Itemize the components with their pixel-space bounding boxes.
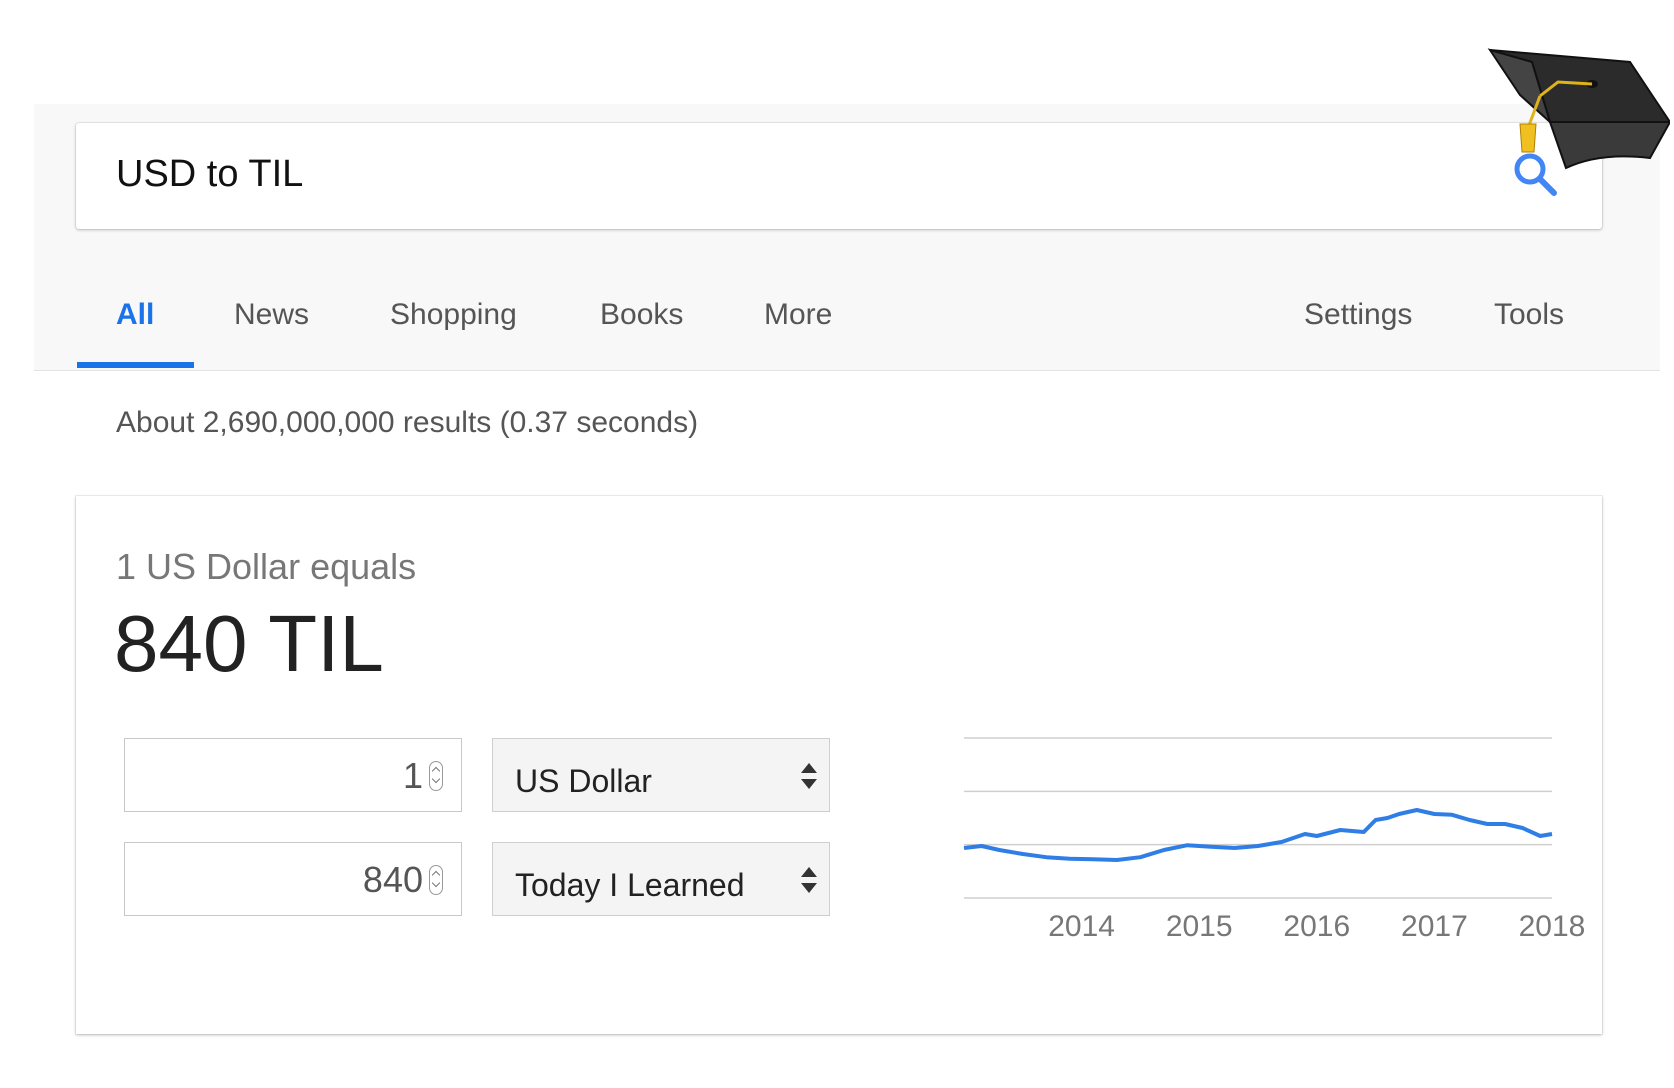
x-tick-label: 2018 <box>1519 910 1584 943</box>
tab-shopping[interactable]: Shopping <box>390 298 517 332</box>
x-tick-label: 2016 <box>1283 910 1350 943</box>
search-tabs: All News Shopping Books More Settings To… <box>0 290 1674 370</box>
to-currency-label: Today I Learned <box>515 867 745 903</box>
select-arrows-icon <box>801 763 817 789</box>
from-currency-select[interactable]: US Dollar <box>492 738 830 812</box>
from-currency-label: US Dollar <box>515 763 652 799</box>
tab-books[interactable]: Books <box>600 298 683 332</box>
search-box[interactable]: USD to TIL <box>76 123 1602 229</box>
exchange-rate-chart: 2014 2015 2016 2017 2018 <box>963 737 1584 943</box>
to-amount-stepper-icon[interactable] <box>429 865 443 895</box>
x-tick-label: 2014 <box>1048 910 1115 943</box>
tab-news[interactable]: News <box>234 298 309 332</box>
from-amount-value: 1 <box>402 755 423 796</box>
equals-label: 1 US Dollar equals <box>116 546 417 587</box>
tab-more[interactable]: More <box>764 298 832 332</box>
rate-series-line <box>963 808 1553 862</box>
x-tick-label: 2017 <box>1401 910 1468 943</box>
conversion-result: 840 TIL <box>114 599 384 688</box>
from-amount-stepper-icon[interactable] <box>429 761 443 791</box>
x-tick-label: 2015 <box>1166 910 1233 943</box>
to-amount-field[interactable]: 840 <box>124 842 462 916</box>
graduation-cap-icon <box>1487 48 1670 170</box>
tab-settings[interactable]: Settings <box>1304 298 1412 332</box>
tab-all[interactable]: All <box>116 298 154 332</box>
result-stats: About 2,690,000,000 results (0.37 second… <box>116 406 699 439</box>
to-amount-value: 840 <box>362 859 423 900</box>
select-arrows-icon <box>801 867 817 893</box>
from-amount-field[interactable]: 1 <box>124 738 462 812</box>
active-tab-indicator <box>77 362 194 368</box>
tab-tools[interactable]: Tools <box>1494 298 1564 332</box>
to-currency-select[interactable]: Today I Learned <box>492 842 830 916</box>
search-input[interactable]: USD to TIL <box>116 153 303 196</box>
